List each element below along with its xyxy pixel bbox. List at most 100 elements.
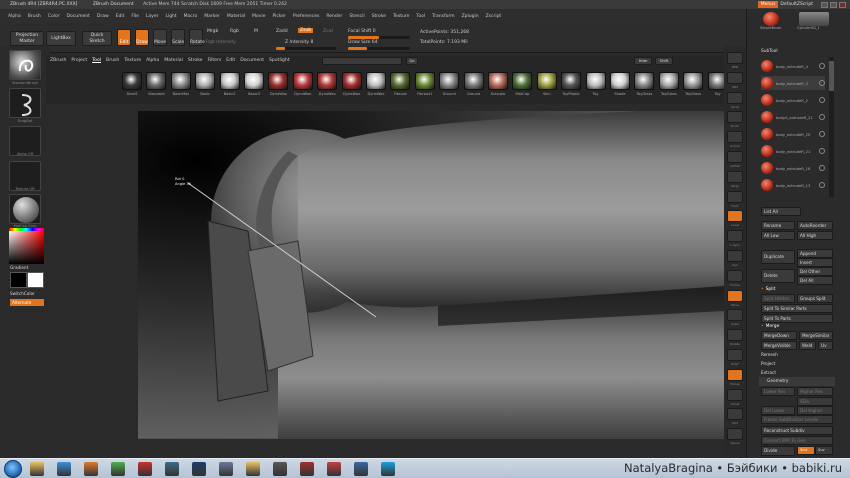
frame-button[interactable]	[727, 269, 743, 282]
menu-layer[interactable]: Layer	[146, 14, 159, 19]
internet-explorer-icon[interactable]	[57, 462, 71, 476]
menu-zscript[interactable]: Zscript	[486, 14, 502, 19]
subtool-row[interactable]: body_extrudeR_18	[761, 161, 825, 175]
append-button[interactable]: Append	[797, 249, 833, 258]
palette-tab-material[interactable]: Material	[164, 58, 183, 63]
start-button[interactable]	[4, 460, 22, 478]
visibility-eye-icon[interactable]	[819, 97, 825, 103]
close-button[interactable]	[839, 1, 846, 8]
subtool-row[interactable]: bodyA_extrudeR_21	[761, 110, 825, 124]
edit-button[interactable]: Edit	[117, 29, 131, 46]
menu-light[interactable]: Light	[165, 14, 176, 19]
move-button[interactable]: Move	[153, 29, 167, 46]
higher-res-button[interactable]: Higher Res	[797, 387, 833, 396]
rotate-button[interactable]: Rotate	[189, 29, 205, 46]
focal-shift-slider[interactable]: Focal Shift 0	[348, 29, 376, 34]
secondary-color-swatch[interactable]	[27, 272, 44, 288]
xpose-button[interactable]	[727, 428, 743, 441]
menu-file[interactable]: File	[131, 14, 139, 19]
subtool-row[interactable]: body_extrudeR_20	[761, 127, 825, 141]
material-swatch[interactable]	[366, 72, 386, 90]
go-button[interactable]: Go	[406, 57, 418, 65]
split-section[interactable]: Split	[761, 287, 776, 292]
subtool-row[interactable]: body_extrudeR_3	[761, 76, 825, 90]
m-button[interactable]: M	[254, 29, 258, 34]
scale-button[interactable]: Scale	[171, 29, 185, 46]
material-swatch[interactable]	[488, 72, 508, 90]
model-render[interactable]	[138, 111, 724, 439]
solo-button[interactable]	[727, 408, 743, 421]
sdiv-slider[interactable]: SDiv	[797, 397, 833, 406]
rotate-button[interactable]	[727, 329, 743, 342]
menu-edit[interactable]: Edit	[116, 14, 125, 19]
uv-button[interactable]: Uv	[818, 341, 833, 350]
rgb-button[interactable]: Rgb	[230, 29, 239, 34]
mrgb-button[interactable]: Mrgb	[207, 29, 218, 34]
menu-marker[interactable]: Marker	[204, 14, 220, 19]
material-swatch[interactable]	[414, 72, 435, 90]
media-player-icon[interactable]	[84, 462, 98, 476]
menu-movie[interactable]: Movie	[252, 14, 265, 19]
menu-picker[interactable]: Picker	[272, 14, 285, 19]
focal-shift-track[interactable]	[348, 36, 410, 39]
menu-render[interactable]: Render	[326, 14, 342, 19]
rgb-intensity-slider[interactable]: Rgb Intensity	[206, 40, 236, 45]
draw-size-slider[interactable]: Draw Size 64	[348, 40, 378, 45]
convert-bpr-button[interactable]: Convert BPR To Geo	[761, 436, 833, 445]
z-intensity-track[interactable]	[276, 47, 336, 50]
menu-texture[interactable]: Texture	[393, 14, 409, 19]
extract-button[interactable]: Extract	[761, 370, 776, 375]
calculator-icon[interactable]	[165, 462, 179, 476]
menu-zplugin[interactable]: Zplugin	[462, 14, 479, 19]
zbrush-icon[interactable]	[273, 462, 287, 476]
chrome-icon[interactable]	[111, 462, 125, 476]
smt-toggle[interactable]: Smt	[797, 446, 815, 455]
menu-transform[interactable]: Transform	[432, 14, 454, 19]
split-parts-button[interactable]: Split To Parts	[761, 314, 833, 323]
switch-color-button[interactable]: SwitchColor	[10, 291, 35, 296]
rename-button[interactable]: Rename	[761, 221, 795, 230]
draw-size-track[interactable]	[348, 47, 410, 50]
hide-button[interactable]: Hide	[634, 57, 652, 65]
hue-bar[interactable]	[9, 228, 44, 231]
palette-tab-brush[interactable]: Brush	[106, 58, 119, 63]
material-swatch[interactable]	[463, 72, 484, 90]
del-higher-button[interactable]: Del Higher	[797, 406, 833, 415]
reconstruct-subdiv-button[interactable]: Reconstruct Subdiv	[761, 426, 833, 435]
menu-material[interactable]: Material	[227, 14, 245, 19]
palette-tab-filters[interactable]: Filters	[208, 58, 222, 63]
z-intensity-slider[interactable]: Z Intensity 8	[285, 40, 313, 45]
media-icon[interactable]	[300, 462, 314, 476]
merge-similar-button[interactable]: MergeSimilar	[799, 331, 833, 340]
del-other-button[interactable]: Del Other	[797, 267, 833, 276]
main-color-swatch[interactable]	[10, 272, 27, 288]
all-low-button[interactable]: All Low	[761, 231, 795, 240]
paint-icon[interactable]	[327, 462, 341, 476]
stroke-thumbnail[interactable]	[9, 88, 41, 118]
maximize-button[interactable]	[830, 1, 837, 8]
insert-button[interactable]: Insert	[797, 258, 833, 267]
split-hidden-button[interactable]: Split Hidden	[761, 294, 795, 303]
groups-split-button[interactable]: Groups Split	[797, 294, 833, 303]
geometry-section[interactable]: Geometry	[759, 377, 835, 386]
palette-tab-alpha[interactable]: Alpha	[146, 58, 159, 63]
aahalf-button[interactable]	[727, 151, 743, 163]
alternate-button[interactable]: Alternate	[10, 299, 44, 306]
visibility-eye-icon[interactable]	[819, 114, 825, 120]
visibility-eye-icon[interactable]	[819, 165, 825, 171]
material-swatch[interactable]	[219, 72, 240, 90]
visibility-eye-icon[interactable]	[819, 63, 825, 69]
zadd-button[interactable]: Zadd	[276, 29, 288, 34]
brush-thumbnail[interactable]	[9, 50, 41, 80]
scroll-button[interactable]	[727, 91, 743, 104]
material-swatch[interactable]	[439, 72, 460, 90]
material-thumbnail[interactable]	[9, 194, 41, 224]
subtool-row[interactable]: body_extrudeR_13	[761, 178, 825, 192]
material-swatch[interactable]	[610, 72, 630, 90]
lower-res-button[interactable]: Lower Res	[761, 387, 795, 396]
subtool-scrollbar[interactable]	[829, 57, 834, 197]
local-button[interactable]	[727, 210, 743, 223]
duplicate-button[interactable]: Duplicate	[761, 250, 795, 264]
cylinder-thumbnail[interactable]	[799, 12, 829, 26]
l-sym-button[interactable]	[727, 230, 743, 243]
